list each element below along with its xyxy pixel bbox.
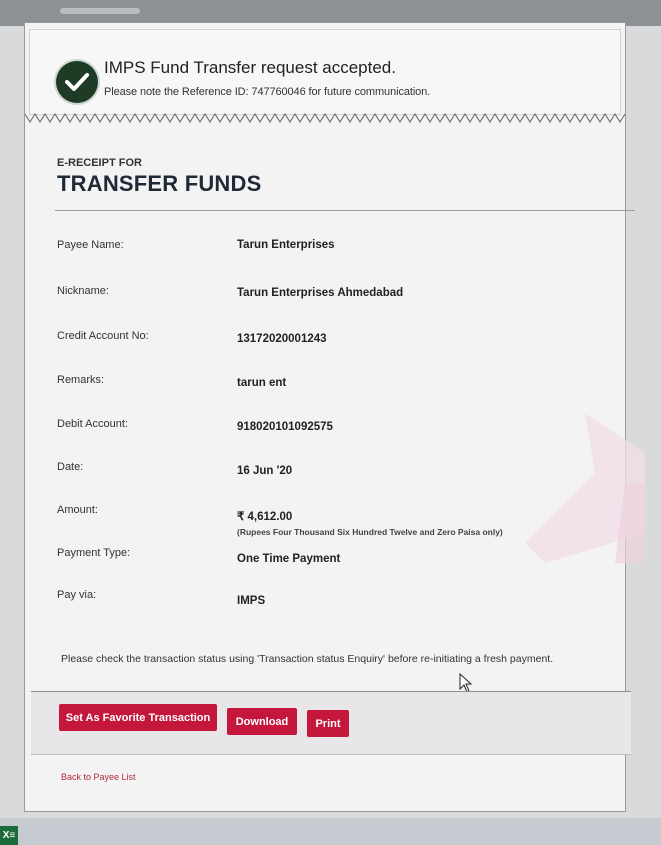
amount-label: Amount: bbox=[57, 504, 98, 516]
taskbar bbox=[0, 818, 661, 845]
nickname-value: Tarun Enterprises Ahmedabad bbox=[237, 287, 404, 299]
status-footnote: Please check the transaction status usin… bbox=[61, 653, 554, 665]
nickname-label: Nickname: bbox=[57, 285, 109, 297]
payment-type-value: One Time Payment bbox=[237, 553, 341, 565]
checkmark-icon bbox=[56, 61, 98, 103]
zigzag-divider bbox=[25, 113, 626, 123]
bank-logo-watermark bbox=[525, 413, 645, 563]
pay-via-value: IMPS bbox=[237, 595, 266, 607]
success-banner: IMPS Fund Transfer request accepted. Ple… bbox=[29, 29, 621, 115]
download-button[interactable]: Download bbox=[227, 708, 297, 735]
credit-account-value: 13172020001243 bbox=[237, 333, 327, 345]
receipt-title: TRANSFER FUNDS bbox=[57, 171, 262, 196]
debit-account-label: Debit Account: bbox=[57, 418, 128, 430]
print-button[interactable]: Print bbox=[307, 710, 349, 737]
debit-account-value: 918020101092575 bbox=[237, 421, 333, 433]
payee-name-value: Tarun Enterprises bbox=[237, 239, 335, 251]
excel-app-icon[interactable]: X≡ bbox=[0, 826, 18, 845]
divider bbox=[55, 210, 635, 211]
mouse-pointer-icon bbox=[459, 673, 473, 693]
remarks-value: tarun ent bbox=[237, 377, 287, 389]
set-favorite-button[interactable]: Set As Favorite Transaction bbox=[59, 704, 217, 731]
remarks-label: Remarks: bbox=[57, 374, 105, 386]
action-bar: Set As Favorite Transaction Download Pri… bbox=[31, 691, 631, 755]
date-label: Date: bbox=[57, 461, 84, 473]
back-to-payee-list-link[interactable]: Back to Payee List bbox=[61, 772, 136, 782]
amount-in-words: (Rupees Four Thousand Six Hundred Twelve… bbox=[237, 527, 503, 537]
payee-name-label: Payee Name: bbox=[57, 239, 124, 251]
date-value: 16 Jun '20 bbox=[237, 465, 293, 477]
receipt-label: E-RECEIPT FOR bbox=[57, 157, 142, 169]
reference-message: Please note the Reference ID: 747760046 … bbox=[104, 86, 431, 98]
receipt-page: IMPS Fund Transfer request accepted. Ple… bbox=[24, 22, 645, 812]
payment-type-label: Payment Type: bbox=[57, 547, 131, 559]
pay-via-label: Pay via: bbox=[57, 589, 97, 601]
banner-title: IMPS Fund Transfer request accepted. bbox=[104, 58, 396, 77]
amount-value: ₹ 4,612.00 bbox=[237, 511, 293, 523]
credit-account-label: Credit Account No: bbox=[57, 330, 149, 342]
